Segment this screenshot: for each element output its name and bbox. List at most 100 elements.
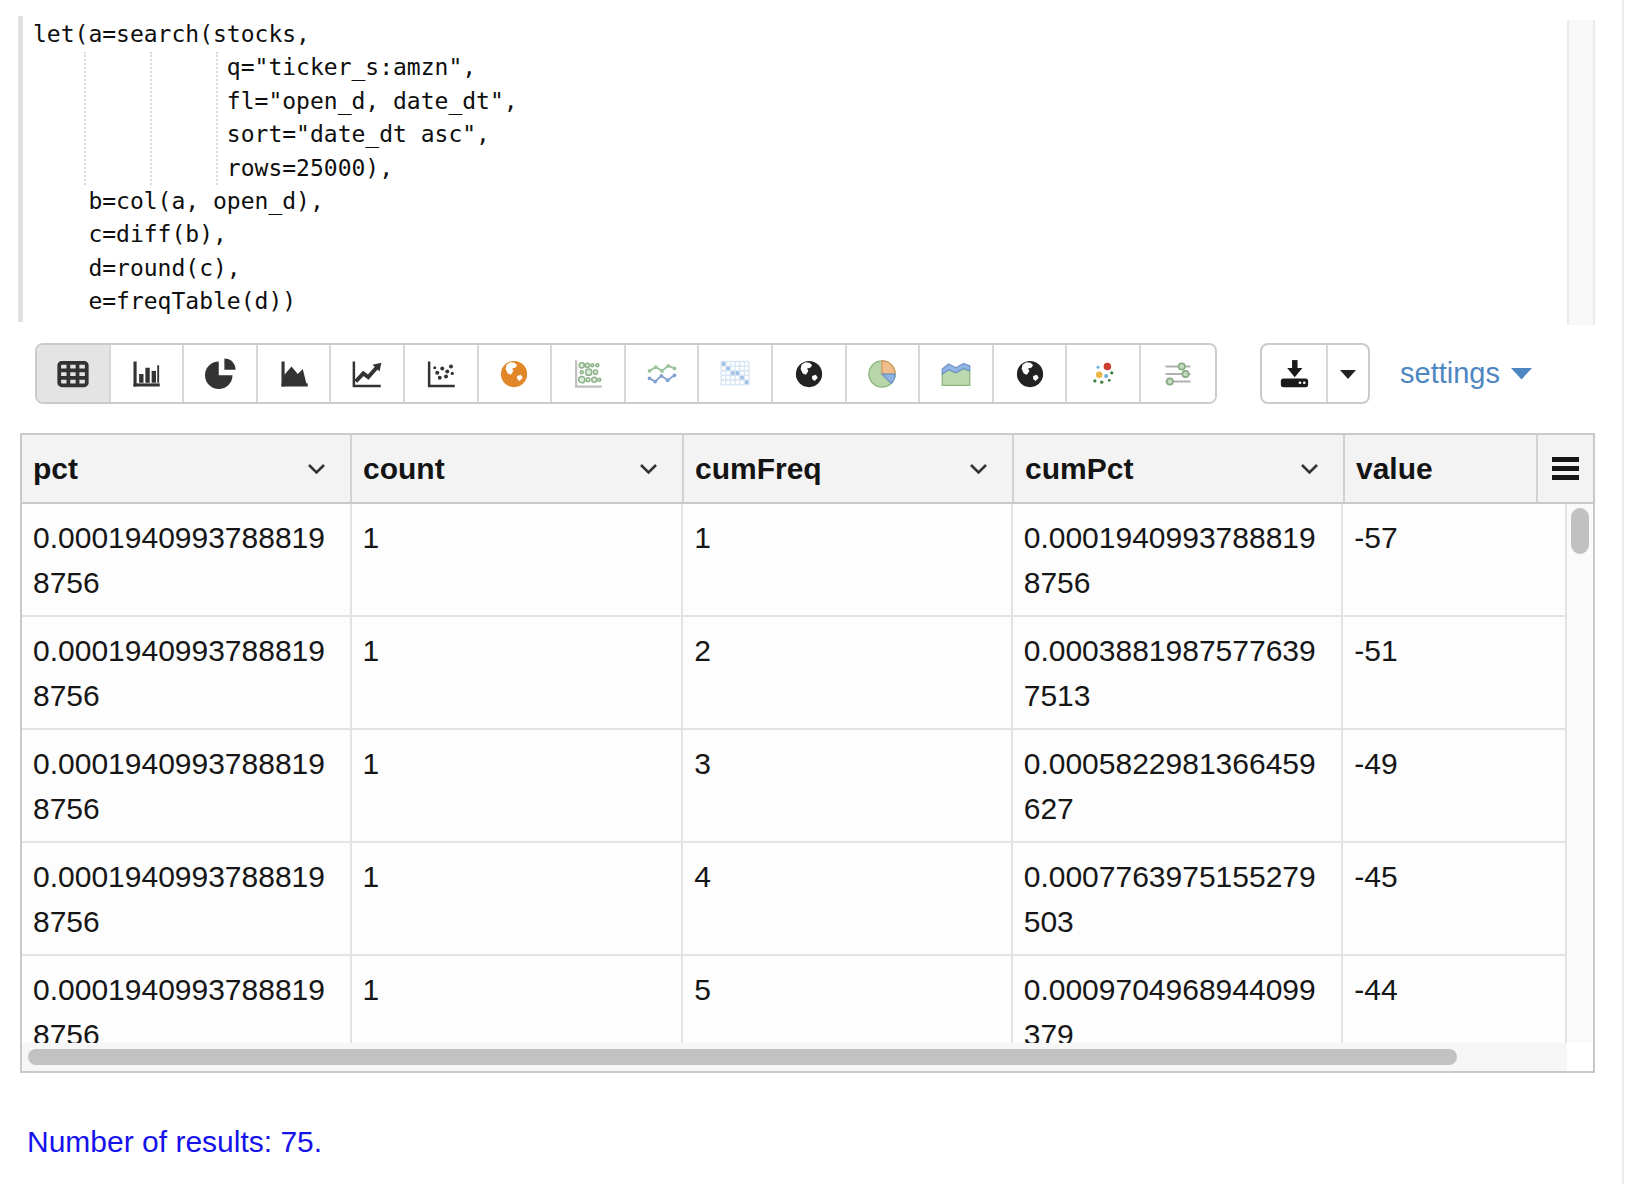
chevron-down-icon[interactable] [307, 463, 326, 475]
code-line: b=col(a, open_d), [33, 185, 518, 218]
globe-dark-button[interactable] [773, 345, 847, 402]
code-editor-left-bar [18, 16, 23, 322]
column-label: pct [33, 452, 78, 486]
caret-down-icon [1339, 368, 1357, 380]
indent-guide [216, 52, 218, 185]
column-header-pct[interactable]: pct [22, 435, 352, 502]
area-chart-icon [274, 354, 314, 394]
table-cell: 0.00019409937888198756 [22, 617, 352, 728]
column-header-cumFreq[interactable]: cumFreq [684, 435, 1014, 502]
pie-chart-colored-button[interactable] [847, 345, 921, 402]
vertical-scrollbar[interactable] [1567, 504, 1593, 1044]
table-cell: -44 [1343, 956, 1565, 1047]
column-label: count [363, 452, 445, 486]
line-points-chart-button[interactable] [626, 345, 700, 402]
chevron-down-icon[interactable] [639, 463, 658, 475]
table-cell: -51 [1343, 617, 1565, 728]
table-row: 0.00019409937888198756150.00097049689440… [22, 956, 1565, 1047]
results-count-text: Number of results: 75. [27, 1125, 322, 1159]
download-button-group [1260, 343, 1370, 404]
download-icon [1275, 354, 1314, 393]
code-editor-scrollbar-track[interactable] [1567, 20, 1595, 325]
pie-chart-button[interactable] [184, 345, 258, 402]
settings-link[interactable]: settings [1400, 343, 1532, 404]
line-chart-icon [347, 354, 387, 394]
table-cell: 1 [352, 956, 684, 1047]
download-button[interactable] [1262, 345, 1328, 402]
stacked-area-chart-button[interactable] [920, 345, 994, 402]
bar-chart-icon [126, 354, 166, 394]
code-line: sort="date_dt asc", [33, 118, 518, 151]
result-table: pct count cumFreq cumPct value [20, 433, 1595, 1073]
chevron-down-icon[interactable] [1300, 463, 1319, 475]
area-chart-button[interactable] [258, 345, 332, 402]
map-globe-orange-button[interactable] [479, 345, 553, 402]
horizontal-scrollbar[interactable] [22, 1043, 1593, 1071]
heatmap-button[interactable] [699, 345, 773, 402]
line-chart-button[interactable] [331, 345, 405, 402]
bubble-chart-button[interactable] [552, 345, 626, 402]
table-cell: 1 [683, 504, 1013, 615]
table-row: 0.00019409937888198756110.00019409937888… [22, 504, 1565, 617]
table-cell: -45 [1343, 843, 1565, 954]
code-editor-content[interactable]: let(a=search(stocks, q="ticker_s:amzn", … [33, 18, 518, 319]
column-label: cumPct [1025, 452, 1133, 486]
table-view-button[interactable] [37, 345, 111, 402]
code-line: fl="open_d, date_dt", [33, 85, 518, 118]
table-cell: -49 [1343, 730, 1565, 841]
scatter-plot-icon [421, 354, 461, 394]
table-cell: 5 [683, 956, 1013, 1047]
table-cell: 0.00019409937888198756 [1013, 504, 1344, 615]
indent-guide [84, 52, 86, 185]
pie-chart-colored-icon [862, 354, 902, 394]
sliders-icon [1158, 354, 1198, 394]
table-cell: 0.0005822981366459627 [1013, 730, 1344, 841]
column-header-cumPct[interactable]: cumPct [1014, 435, 1345, 502]
column-header-count[interactable]: count [352, 435, 684, 502]
table-cell: 1 [352, 843, 684, 954]
table-row: 0.00019409937888198756120.00038819875776… [22, 617, 1565, 730]
globe-orange-icon [494, 354, 534, 394]
table-body: 0.00019409937888198756110.00019409937888… [22, 504, 1567, 1047]
page-edge-line [1622, 0, 1624, 1184]
table-cell: 0.00019409937888198756 [22, 730, 352, 841]
download-options-button[interactable] [1328, 345, 1368, 402]
table-cell: -57 [1343, 504, 1565, 615]
settings-label: settings [1400, 357, 1500, 390]
code-line: c=diff(b), [33, 218, 518, 251]
scatter-colored-icon [1083, 354, 1123, 394]
table-cell: 1 [352, 730, 684, 841]
table-row: 0.00019409937888198756140.00077639751552… [22, 843, 1565, 956]
code-line: q="ticker_s:amzn", [33, 51, 518, 84]
scatter-colored-button[interactable] [1067, 345, 1141, 402]
vertical-scrollbar-thumb[interactable] [1571, 508, 1589, 554]
scatter-plot-button[interactable] [405, 345, 479, 402]
code-line: d=round(c), [33, 252, 518, 285]
column-label: cumFreq [695, 452, 822, 486]
sliders-button[interactable] [1141, 345, 1215, 402]
pie-chart-icon [200, 354, 240, 394]
chevron-down-icon[interactable] [969, 463, 988, 475]
table-cell: 1 [352, 617, 684, 728]
table-cell: 0.0009704968944099379 [1013, 956, 1344, 1047]
table-cell: 0.00038819875776397513 [1013, 617, 1344, 728]
scrollbar-corner [1567, 1043, 1593, 1071]
indent-guide [150, 52, 152, 185]
line-points-chart-icon [642, 354, 682, 394]
menu-icon [1552, 457, 1579, 480]
table-cell: 3 [683, 730, 1013, 841]
horizontal-scrollbar-thumb[interactable] [28, 1049, 1457, 1065]
visualization-toolbar [35, 343, 1217, 404]
code-editor[interactable]: let(a=search(stocks, q="ticker_s:amzn", … [0, 0, 1626, 330]
globe-dark-2-button[interactable] [994, 345, 1068, 402]
bubble-chart-icon [568, 354, 608, 394]
table-menu-button[interactable] [1538, 435, 1593, 502]
column-label: value [1356, 452, 1433, 486]
column-header-value[interactable]: value [1345, 435, 1538, 502]
table-cell: 0.0007763975155279503 [1013, 843, 1344, 954]
code-line: rows=25000), [33, 152, 518, 185]
heatmap-icon [715, 354, 755, 394]
table-header: pct count cumFreq cumPct value [22, 435, 1593, 504]
table-cell: 0.00019409937888198756 [22, 843, 352, 954]
bar-chart-button[interactable] [111, 345, 185, 402]
